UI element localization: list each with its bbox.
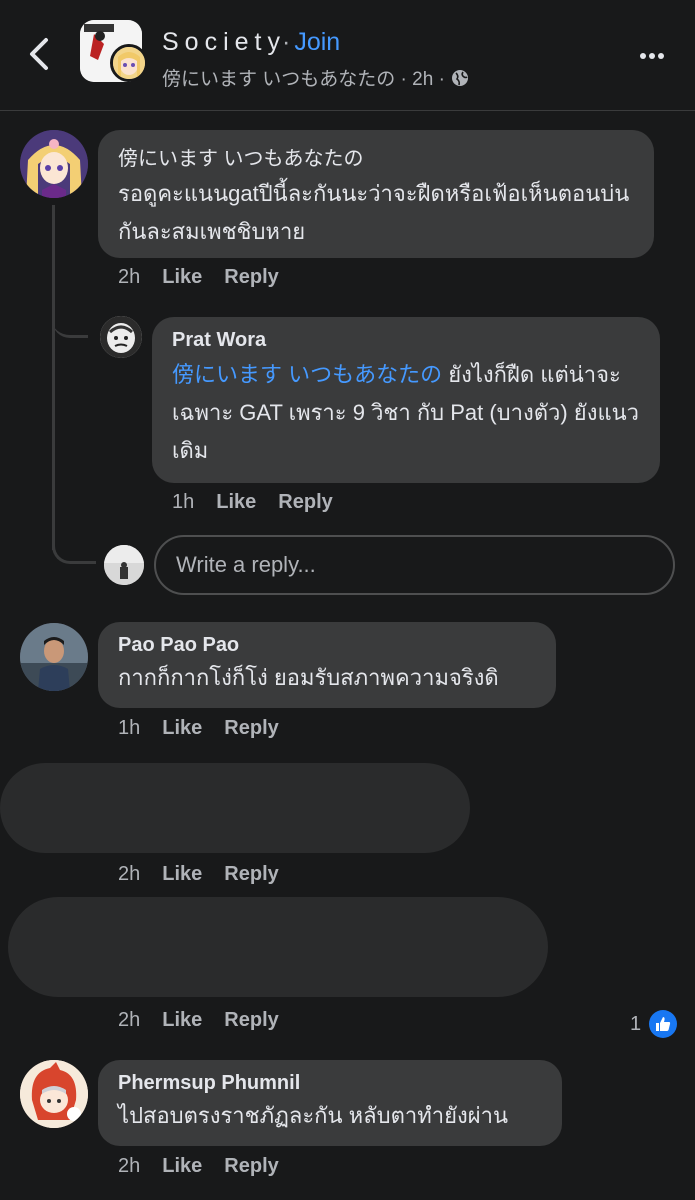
redacted-comment xyxy=(8,897,548,997)
redacted-comment xyxy=(0,763,470,853)
like-button[interactable]: Like xyxy=(162,717,202,740)
join-button[interactable]: Join xyxy=(294,28,340,56)
like-button[interactable]: Like xyxy=(162,1155,202,1178)
reply-input[interactable] xyxy=(154,535,675,595)
reply-button[interactable]: Reply xyxy=(224,863,278,886)
comment-time: 1h xyxy=(118,717,141,739)
avatar[interactable] xyxy=(20,130,88,198)
back-arrow-icon[interactable] xyxy=(24,34,56,74)
group-name[interactable]: Society xyxy=(162,28,286,56)
mention-link[interactable]: 傍にいます いつもあなたの xyxy=(172,362,442,387)
comment-time: 1h xyxy=(172,491,195,513)
comment-actions: 2h Like Reply xyxy=(118,266,279,289)
comment-actions: 2h Like Reply xyxy=(118,863,279,886)
avatar[interactable] xyxy=(20,1060,88,1128)
comment-time: 2h xyxy=(118,266,141,288)
reply-button[interactable]: Reply xyxy=(278,491,332,514)
post-meta: 傍にいます いつもあなたの · 2h · xyxy=(162,69,445,90)
group-title: Society· Join xyxy=(162,28,340,57)
reply-button[interactable]: Reply xyxy=(224,717,278,740)
avatar[interactable] xyxy=(20,623,88,691)
comment-bubble[interactable]: Pao Pao Pao กากก็กากโง่ก็โง่ ยอมรับสภาพค… xyxy=(98,622,556,708)
post-subtitle: 傍にいます いつもあなたの · 2h · xyxy=(162,64,469,91)
current-user-avatar xyxy=(104,545,144,585)
like-button[interactable]: Like xyxy=(162,1009,202,1032)
comment-author[interactable]: Pao Pao Pao xyxy=(118,634,536,657)
comment-text: ไปสอบตรงราชภัฏละกัน หลับตาทำยังผ่าน xyxy=(118,1103,508,1128)
comment-author[interactable]: Prat Wora xyxy=(172,329,640,352)
title-separator: · xyxy=(281,28,291,56)
comment-time: 2h xyxy=(118,1009,141,1031)
comment-bubble[interactable]: Phermsup Phumnil ไปสอบตรงราชภัฏละกัน หลั… xyxy=(98,1060,562,1146)
reply-button[interactable]: Reply xyxy=(224,1009,278,1032)
reply-button[interactable]: Reply xyxy=(224,266,278,289)
thread-line xyxy=(52,330,55,550)
like-button[interactable]: Like xyxy=(216,491,256,514)
group-avatar[interactable] xyxy=(80,20,148,82)
group-avatar-mini xyxy=(110,44,148,82)
comment-actions: 2h Like Reply xyxy=(118,1009,279,1032)
thread-line xyxy=(52,205,55,333)
comment-text: 傍にいます いつもあなたの ยังไงก็ฝืด แต่น่าจะเฉพาะ G… xyxy=(172,356,640,470)
comment-bubble[interactable]: 傍にいます いつもあなたの รอดูคะแนนgatปีนี้ละกันนะว่… xyxy=(98,130,654,258)
thread-connector xyxy=(52,540,96,564)
thumbs-up-icon xyxy=(649,1010,678,1038)
like-button[interactable]: Like xyxy=(162,863,202,886)
comment-text: กากก็กากโง่ก็โง่ ยอมรับสภาพความจริงดิ xyxy=(118,665,499,690)
more-options-icon[interactable] xyxy=(640,46,670,60)
post-header: Society· Join 傍にいます いつもあなたの · 2h · xyxy=(0,0,695,111)
comment-actions: 1h Like Reply xyxy=(172,491,333,514)
comment-author[interactable]: Phermsup Phumnil xyxy=(118,1072,542,1095)
like-button[interactable]: Like xyxy=(162,266,202,289)
reaction-summary[interactable]: 1 xyxy=(630,1010,678,1038)
reaction-count: 1 xyxy=(630,1012,642,1035)
comment-time: 2h xyxy=(118,863,141,885)
comment-bubble[interactable]: Prat Wora 傍にいます いつもあなたの ยังไงก็ฝืด แต่น่… xyxy=(152,317,660,483)
globe-icon xyxy=(451,69,469,87)
comment-actions: 1h Like Reply xyxy=(118,717,279,740)
reply-button[interactable]: Reply xyxy=(224,1155,278,1178)
comment-actions: 2h Like Reply xyxy=(118,1155,279,1178)
comment-author[interactable]: 傍にいます いつもあなたの xyxy=(118,142,634,171)
comment-text: รอดูคะแนนgatปีนี้ละกันนะว่าจะฝืดหรือเฟ้อ… xyxy=(118,181,630,244)
comment-time: 2h xyxy=(118,1155,141,1177)
thread-connector xyxy=(52,318,88,338)
avatar[interactable] xyxy=(100,316,142,358)
